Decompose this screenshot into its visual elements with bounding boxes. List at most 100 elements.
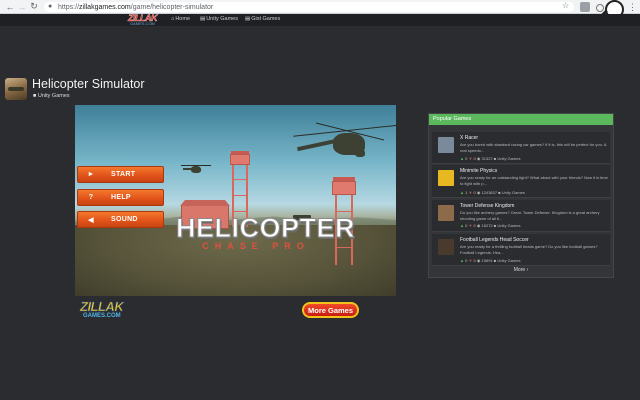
- upvote-count: 0: [465, 258, 468, 263]
- view-count: 1243837: [481, 190, 498, 195]
- thumbs-up-icon: ▲: [460, 258, 464, 263]
- help-button-label: HELP: [111, 194, 131, 201]
- zillak-footer-logo[interactable]: ZILLAK GAMES.COM: [80, 299, 135, 322]
- site-navbar: [0, 14, 640, 26]
- upvote-count: 0: [465, 156, 468, 161]
- list-item[interactable]: Minimite Physics Are you ready for an ou…: [432, 165, 610, 198]
- speaker-icon: ◀: [88, 216, 94, 224]
- folder-icon: ■: [493, 258, 497, 263]
- url-path: /game/helicopter-simulator: [130, 3, 214, 11]
- nav-gist-games-label: Gist Games: [251, 16, 281, 22]
- nav-gist-games[interactable]: ▤Gist Games: [245, 15, 280, 23]
- nav-unity-games-label: Unity Games: [206, 16, 238, 22]
- game-thumbnail: [438, 239, 454, 255]
- thumbs-down-icon: ▼: [468, 258, 473, 263]
- extension-icon[interactable]: [594, 2, 604, 12]
- helicopter: [181, 163, 211, 177]
- sound-button[interactable]: ◀ SOUND: [77, 211, 164, 228]
- popular-games-heading: Popular Games: [429, 114, 613, 125]
- start-button[interactable]: ► START: [77, 166, 164, 183]
- list-item[interactable]: X Racer Are you bored with standard raci…: [432, 132, 610, 164]
- more-label: More: [513, 267, 526, 273]
- nav-home[interactable]: ⌂Home: [171, 15, 190, 23]
- game-category: Unity Games: [497, 156, 521, 161]
- downvote-count: 0: [473, 156, 476, 161]
- gamepad-icon: ▤: [200, 16, 206, 22]
- popular-games-panel: Popular Games X Racer Are you bored with…: [428, 113, 614, 278]
- eye-icon: ◉: [476, 223, 481, 228]
- game-thumbnail: [438, 137, 454, 153]
- forward-arrow-icon[interactable]: →: [16, 1, 28, 13]
- lock-icon: ●: [48, 3, 53, 10]
- thumbs-up-icon: ▲: [460, 156, 464, 161]
- zillak-footer-logo-subtext: GAMES.COM: [83, 313, 121, 319]
- downvote-count: 0: [473, 190, 476, 195]
- url-scheme: https://: [58, 3, 80, 11]
- game-category: Unity Games: [501, 190, 525, 195]
- game-thumbnail: [438, 170, 454, 186]
- thumbs-down-icon: ▼: [468, 190, 473, 195]
- home-icon: ⌂: [171, 16, 175, 22]
- game-meta: ▲ 0 ▼ 0 ◉ 16272 ■ Unity Games: [460, 223, 520, 228]
- downvote-count: 0: [473, 258, 476, 263]
- downvote-count: 0: [473, 223, 476, 228]
- view-count: 16272: [481, 223, 493, 228]
- game-category: Unity Games: [497, 258, 521, 263]
- folder-icon: ■: [493, 223, 497, 228]
- chevron-right-icon: ›: [526, 267, 529, 273]
- game-title: Football Legends Head Soccer: [460, 237, 529, 243]
- play-icon: ►: [87, 171, 95, 178]
- helicopter: [293, 119, 396, 169]
- reload-icon[interactable]: ↻: [28, 1, 40, 13]
- bookmark-star-icon[interactable]: ☆: [562, 1, 569, 10]
- back-arrow-icon[interactable]: ←: [4, 1, 16, 13]
- more-games-link[interactable]: More ›: [429, 267, 613, 273]
- view-count: 31327: [481, 156, 493, 161]
- thumbs-up-icon: ▲: [460, 190, 464, 195]
- thumbs-down-icon: ▼: [468, 223, 473, 228]
- thumbs-up-icon: ▲: [460, 223, 464, 228]
- start-button-label: START: [111, 171, 136, 178]
- eye-icon: ◉: [476, 190, 481, 195]
- game-title: Tower Defense Kingdom: [460, 203, 515, 209]
- list-item[interactable]: Football Legends Head Soccer Are you rea…: [432, 234, 610, 266]
- site-logo[interactable]: ZILLAK GAMES.COM: [128, 13, 168, 27]
- game-meta: ▲ 1 ▼ 0 ◉ 1243837 ■ Unity Games: [460, 190, 525, 195]
- site-logo-subtext: GAMES.COM: [130, 21, 155, 26]
- nav-home-label: Home: [175, 16, 190, 22]
- eye-icon: ◉: [476, 258, 481, 263]
- thumbs-down-icon: ▼: [468, 156, 473, 161]
- game-title: Minimite Physics: [460, 168, 498, 174]
- sound-button-label: SOUND: [111, 216, 138, 223]
- upvote-count: 0: [465, 223, 468, 228]
- game-title: X Racer: [460, 135, 479, 141]
- address-bar[interactable]: ● https://zillakgames.com/game/helicopte…: [44, 2, 574, 12]
- page-title: Helicopter Simulator: [32, 77, 145, 91]
- list-item[interactable]: Tower Defense Kingdom Do you like archer…: [432, 200, 610, 232]
- gamepad-icon: ▤: [245, 16, 251, 22]
- game-description: Are you ready for an outstanding fight? …: [460, 175, 608, 186]
- game-thumbnail: [438, 205, 454, 221]
- folder-icon: ■: [493, 156, 497, 161]
- more-games-button[interactable]: More Games: [302, 302, 359, 318]
- translate-icon[interactable]: [580, 2, 590, 12]
- kebab-menu-icon[interactable]: ⋮: [628, 2, 638, 12]
- folder-icon: ■: [498, 190, 501, 195]
- game-description: Are you bored with standard racing car g…: [460, 142, 607, 153]
- game-category-link[interactable]: ■ Unity Games: [33, 93, 70, 99]
- game-meta: ▲ 0 ▼ 0 ◉ 15691 ■ Unity Games: [460, 258, 520, 263]
- browser-toolbar: ← → ↻ ● https://zillakgames.com/game/hel…: [0, 0, 640, 19]
- game-category: Unity Games: [497, 223, 521, 228]
- game-logo: HELICOPTER CHASE PRO: [176, 213, 356, 251]
- magnifier-extension-icon[interactable]: [605, 0, 624, 19]
- help-button[interactable]: ? HELP: [77, 189, 164, 206]
- nav-unity-games[interactable]: ▤Unity Games: [200, 15, 238, 23]
- game-thumbnail: [5, 78, 27, 100]
- url-domain: zillakgames.com: [79, 3, 131, 11]
- zillak-footer-logo-text: ZILLAK: [80, 299, 124, 314]
- game-description: Do you like archery games? Great. Tower …: [460, 210, 600, 221]
- eye-icon: ◉: [476, 156, 481, 161]
- question-icon: ?: [88, 194, 94, 201]
- upvote-count: 1: [465, 190, 468, 195]
- game-logo-title: HELICOPTER: [176, 213, 356, 243]
